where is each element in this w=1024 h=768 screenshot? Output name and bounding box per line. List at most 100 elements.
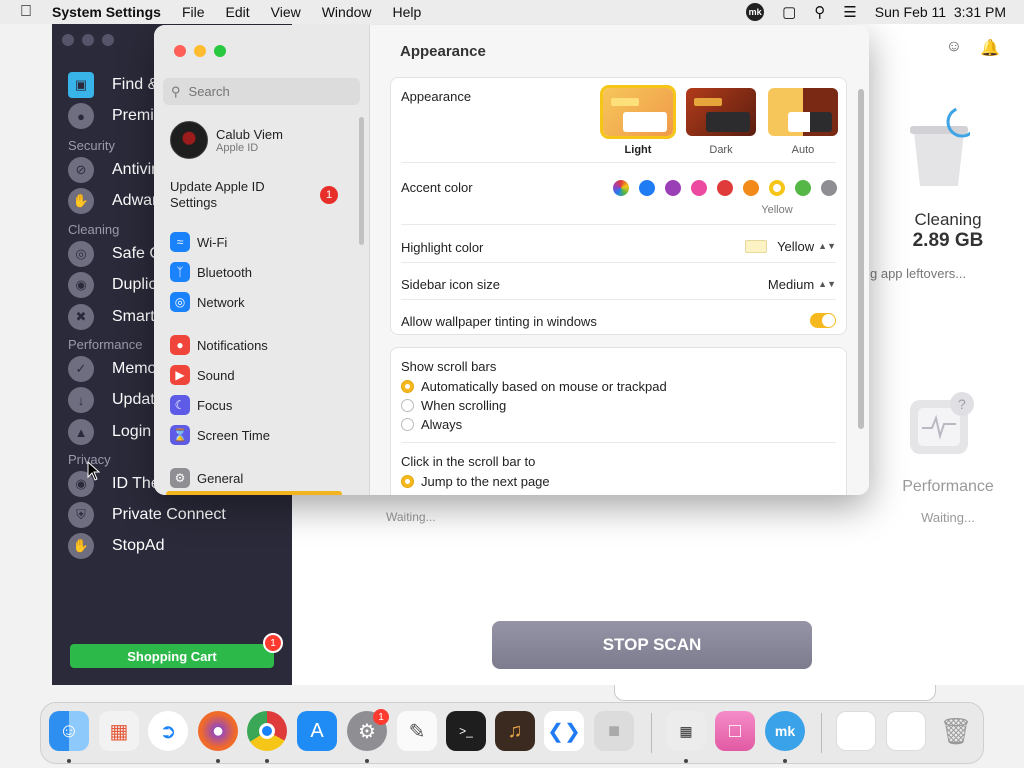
sidebar-selection-highlight [166,491,342,495]
scroll-bars-card: Show scroll bars Automatically based on … [390,347,847,495]
bg-sidebar-item-memory[interactable]: ✓ Memo [68,356,156,382]
menu-file[interactable]: File [182,4,205,20]
app-store-icon[interactable]: A [297,711,337,751]
minimize-dot[interactable] [82,34,94,46]
accent-multicolor-swatch[interactable] [613,180,629,196]
bg-sidebar-item-antivirus[interactable]: ⊘ Antivir [68,157,156,183]
wallpaper-tinting-toggle[interactable] [810,313,836,328]
bg-sidebar-item-adware[interactable]: ✋ Adwar [68,188,157,214]
accent-green-swatch[interactable] [795,180,811,196]
profile-name: Calub Viem [216,126,283,142]
roblox-icon[interactable]: ■ [594,711,634,751]
radio-scroll-automatic[interactable]: Automatically based on mouse or trackpad [401,379,667,394]
account-icon[interactable]: ☺ [946,38,962,58]
firefox-icon[interactable]: ● [198,711,238,751]
bg-sidebar-item-smart[interactable]: ✖ Smart [68,304,155,330]
accent-graphite-swatch[interactable] [821,180,837,196]
accent-red-swatch[interactable] [717,180,733,196]
chrome-icon[interactable] [247,711,287,751]
accent-yellow-swatch[interactable] [769,180,785,196]
accent-blue-swatch[interactable] [639,180,655,196]
sidebar-item-notifications[interactable]: ● Notifications [170,335,268,355]
settings-content: Appearance Appearance Light Dark Auto Ac… [370,25,869,495]
bg-sidebar-item-safe-cleanup[interactable]: ◎ Safe C [68,241,161,267]
appearance-light-option[interactable] [600,85,676,139]
apple-id-profile[interactable]: Calub Viem Apple ID [170,121,283,159]
bg-sidebar-item-stopad[interactable]: ✋ StopAd [68,533,164,559]
bell-icon[interactable]: 🔔 [980,38,1000,58]
section-cleaning: Cleaning [68,222,120,237]
sidebar-item-general[interactable]: ⚙ General [170,468,243,488]
menu-edit[interactable]: Edit [226,4,250,20]
avatar [170,121,208,159]
zoom-dot[interactable] [102,34,114,46]
accent-orange-swatch[interactable] [743,180,759,196]
garageband-icon[interactable]: ♫ [495,711,535,751]
terminal-icon[interactable]: >_ [446,711,486,751]
control-center-icon[interactable]: ☰ [843,3,856,21]
background-panel-edge [614,685,936,701]
appearance-light-label: Light [624,144,652,156]
profile-subtitle: Apple ID [216,141,259,154]
search-input[interactable] [186,83,347,100]
sidebar-item-sound[interactable]: ▶ Sound [170,365,235,385]
appearance-auto-option[interactable] [768,88,838,136]
sidebar-item-network[interactable]: ◎ Network [170,292,245,312]
bg-sidebar-item-private-connect[interactable]: ⛨ Private Connect [68,502,226,528]
sidebar-item-wifi[interactable]: ≈ Wi-Fi [170,232,227,252]
bg-sidebar-item-update[interactable]: ↓ Updat [68,387,155,413]
accent-purple-swatch[interactable] [665,180,681,196]
bg-sidebar-item-premium[interactable]: ● Premiu [68,103,163,129]
update-apple-id-item[interactable]: Update Apple ID Settings [170,179,310,211]
update-badge: 1 [320,186,338,204]
safari-icon[interactable]: ➲ [148,711,188,751]
minimize-button[interactable] [194,45,206,57]
cleanmymac-icon[interactable]: □ [715,711,755,751]
trash-icon[interactable]: 🗑 [936,711,976,751]
close-dot[interactable] [62,34,74,46]
highlight-color-popup[interactable]: Yellow ▲▼ [745,239,836,254]
appearance-dark-option[interactable] [686,88,756,136]
sidebar-item-bluetooth[interactable]: ᛉ Bluetooth [170,262,252,282]
radio-empty-icon [401,418,414,431]
window-icon[interactable]: ▢ [782,3,796,21]
radio-scroll-always[interactable]: Always [401,417,462,432]
app-menu[interactable]: System Settings [52,4,161,20]
textedit-icon[interactable]: ✎ [397,711,437,751]
menu-help[interactable]: Help [393,4,422,20]
vscode-icon[interactable]: ❮❯ [544,711,584,751]
mk-icon[interactable]: mk [746,3,765,21]
launchpad-icon[interactable]: ▦ [99,711,139,751]
bg-sidebar-item-find[interactable]: ▣ Find & [68,72,158,98]
bg-sidebar-item-duplicates[interactable]: ◉ Duplic [68,272,156,298]
radio-jump-next-page[interactable]: Jump to the next page [401,474,550,489]
clock[interactable]: Sun Feb 11 3:31 PM [875,4,1006,20]
bg-sidebar-item-login[interactable]: ▲ Login [68,419,151,445]
vpn-shield-icon: ⛨ [68,502,94,528]
search-icon[interactable]: ⚲ [814,3,825,21]
bg-sidebar-item-id-theft[interactable]: ◉ ID The [68,471,160,497]
zoom-button[interactable] [214,45,226,57]
finder-icon[interactable]: ☺ [49,711,89,751]
menu-view[interactable]: View [271,4,301,20]
documents-stack-icon[interactable] [886,711,926,751]
sidebar-item-focus[interactable]: ☾ Focus [170,395,232,415]
show-scroll-bars-label: Show scroll bars [401,359,497,374]
puzzle-game-icon[interactable]: ▦ [666,711,706,751]
shopping-cart-button[interactable]: Shopping Cart [70,644,274,668]
sidebar-scrollbar[interactable] [359,117,364,245]
close-button[interactable] [174,45,186,57]
bluetooth-icon: ᛉ [170,262,190,282]
search-field[interactable]: ⚲ [163,78,360,105]
checklist-icon: ✓ [68,356,94,382]
downloads-stack-icon[interactable] [836,711,876,751]
content-scrollbar[interactable] [858,89,864,429]
stop-scan-button[interactable]: STOP SCAN [492,621,812,669]
apple-menu-icon[interactable]:  [0,3,52,21]
sidebar-item-screen-time[interactable]: ⌛ Screen Time [170,425,270,445]
mackeeper-icon[interactable]: mk [765,711,805,751]
radio-scroll-when-scrolling[interactable]: When scrolling [401,398,506,413]
accent-pink-swatch[interactable] [691,180,707,196]
menu-window[interactable]: Window [322,4,372,20]
sidebar-icon-size-popup[interactable]: Medium ▲▼ [768,277,836,292]
